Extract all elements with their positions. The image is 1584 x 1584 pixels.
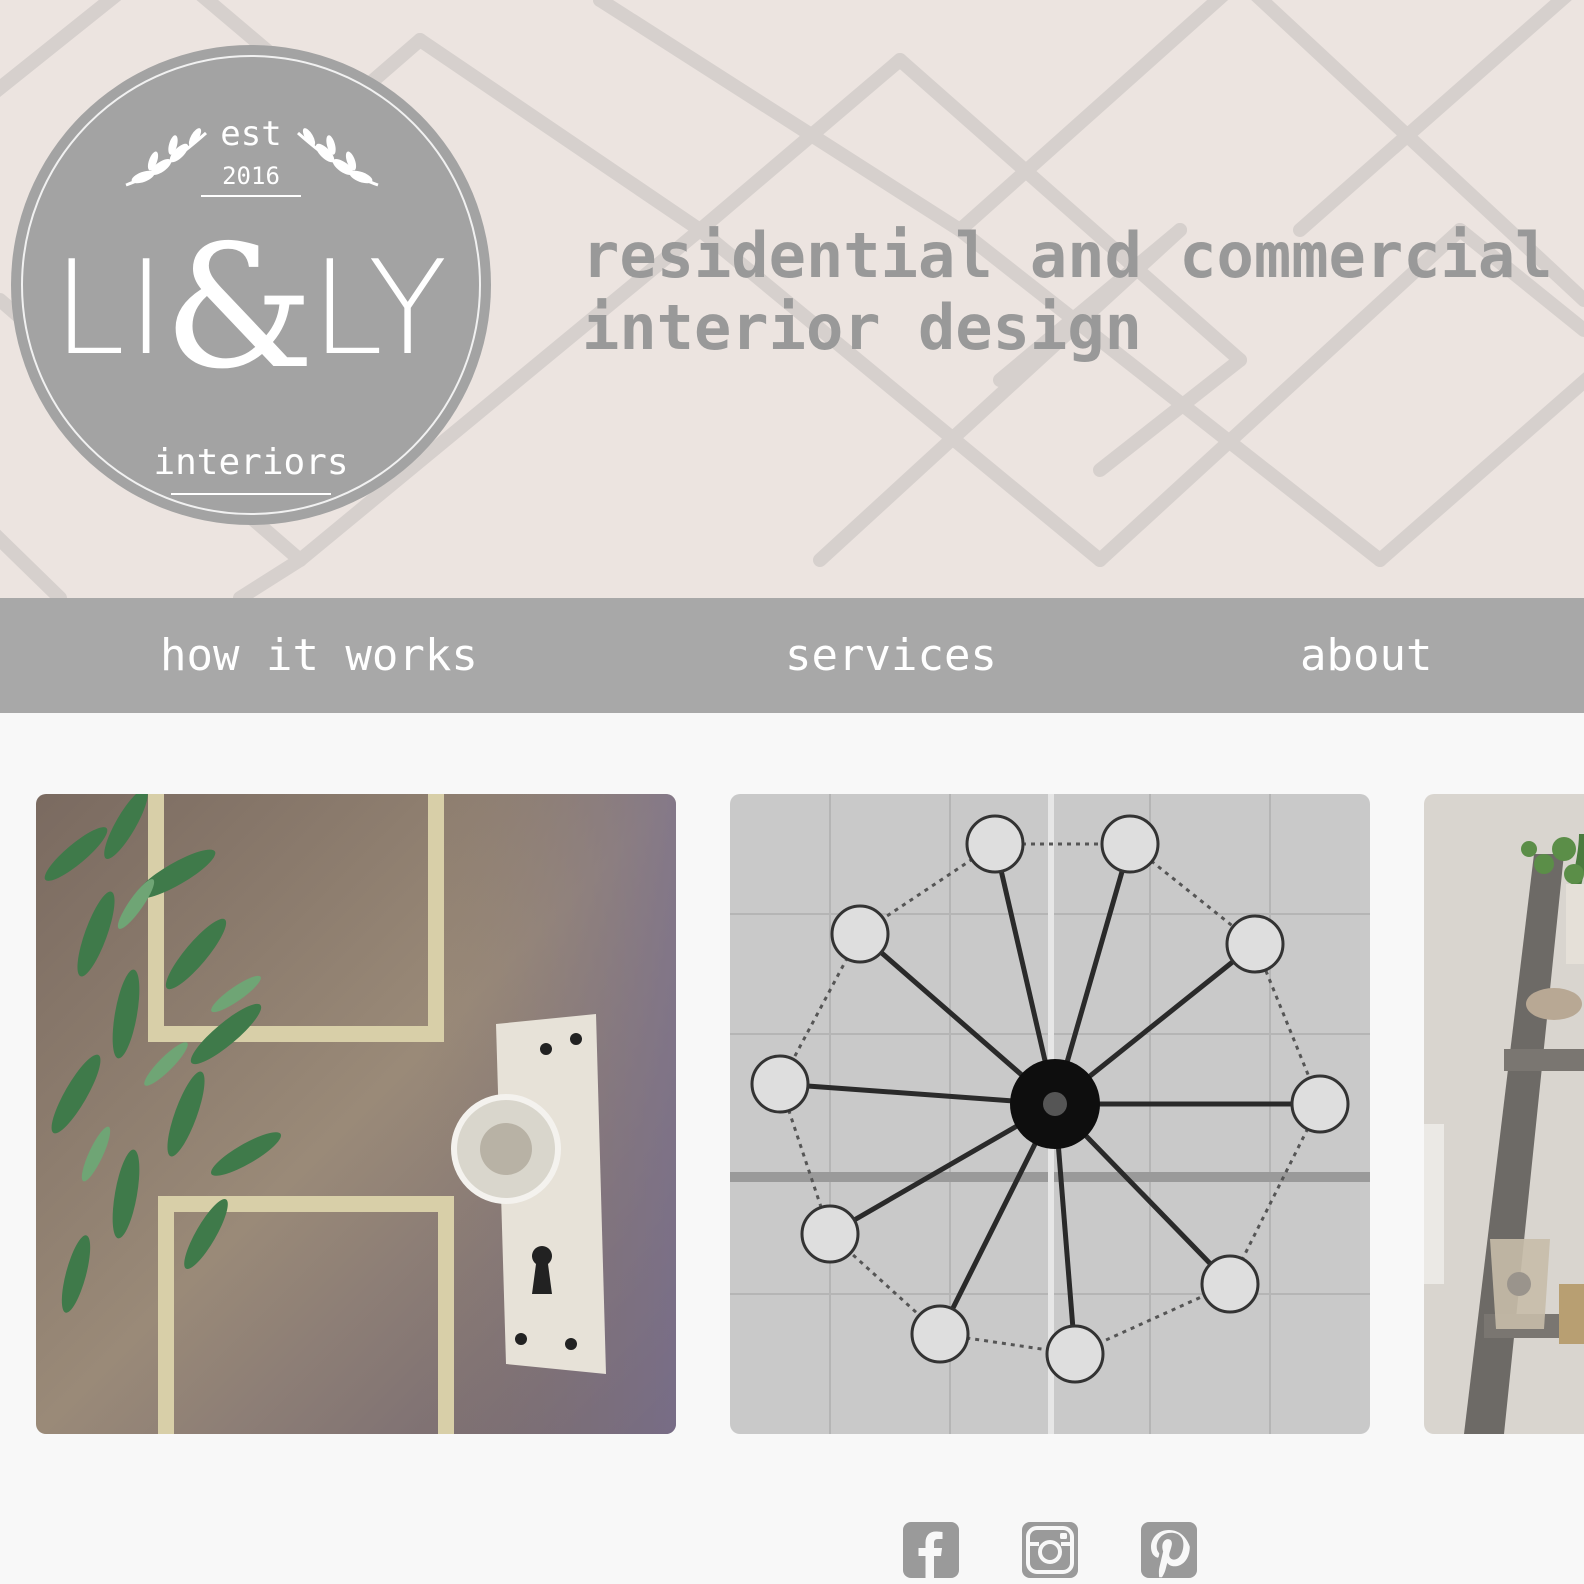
- nav-link-how-it-works[interactable]: how it works: [160, 628, 478, 684]
- gallery-image-chandelier[interactable]: [730, 794, 1370, 1434]
- tagline-line-1: residential and commercial: [582, 219, 1553, 292]
- logo-brand-left: LI: [52, 232, 168, 384]
- chandelier-photo: [730, 794, 1370, 1434]
- logo-brand-name: LI&LY: [11, 223, 491, 393]
- ladder-shelf-photo: [1424, 794, 1584, 1434]
- nav-link-services[interactable]: services: [785, 628, 997, 684]
- logo-brand-right: LY: [310, 232, 450, 384]
- logo-year-text: 2016: [222, 162, 280, 190]
- logo-est-text: est: [220, 114, 282, 154]
- pinterest-icon[interactable]: [1141, 1522, 1197, 1578]
- instagram-icon[interactable]: [1022, 1522, 1078, 1578]
- nav-link-about[interactable]: about: [1300, 628, 1432, 684]
- main-nav: how it works services about: [0, 598, 1584, 713]
- door-knob-photo: [36, 794, 676, 1434]
- logo-subtitle-divider: [171, 493, 331, 495]
- logo-subtitle: interiors: [153, 442, 349, 483]
- facebook-icon[interactable]: [903, 1522, 959, 1578]
- gallery-image-door[interactable]: [36, 794, 676, 1434]
- gallery-image-ladder[interactable]: [1424, 794, 1584, 1434]
- tagline-line-2: interior design: [582, 291, 1142, 364]
- header-tagline: residential and commercial interior desi…: [582, 220, 1584, 364]
- site-header: est 2016 LI&LY interiors residential and…: [0, 0, 1584, 598]
- logo-year-divider: [201, 195, 301, 197]
- logo-badge[interactable]: est 2016 LI&LY interiors: [11, 45, 491, 525]
- logo-ampersand: &: [163, 209, 315, 407]
